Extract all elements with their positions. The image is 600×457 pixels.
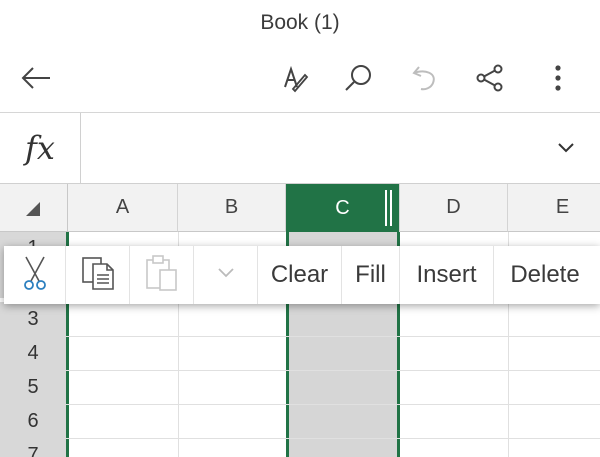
context-menu: Clear Fill Insert Delete — [4, 246, 600, 304]
spreadsheet-grid[interactable]: A B C D E 1 2 3 4 5 6 7 — [0, 184, 600, 457]
app-toolbar — [0, 46, 600, 113]
column-header-b[interactable]: B — [178, 184, 286, 232]
column-header-e[interactable]: E — [508, 184, 600, 232]
row-header-7[interactable]: 7 — [0, 438, 66, 457]
row-header-4[interactable]: 4 — [0, 336, 66, 370]
paste-icon — [144, 254, 180, 297]
column-header-c[interactable]: C — [286, 184, 400, 232]
draw-pen-icon[interactable] — [276, 60, 312, 96]
copy-button[interactable] — [66, 246, 130, 304]
column-resize-handle[interactable] — [385, 190, 393, 226]
fill-label: Fill — [355, 261, 386, 288]
insert-button[interactable]: Insert — [400, 246, 494, 304]
cut-button[interactable] — [4, 246, 66, 304]
back-arrow-icon[interactable] — [18, 60, 54, 96]
copy-icon — [79, 255, 117, 296]
document-title: Book (1) — [260, 11, 340, 34]
delete-label: Delete — [510, 261, 580, 288]
gridline — [66, 336, 600, 337]
row-header-5[interactable]: 5 — [0, 370, 66, 404]
share-icon[interactable] — [472, 60, 508, 96]
delete-button[interactable]: Delete — [494, 246, 596, 304]
row-header-6[interactable]: 6 — [0, 404, 66, 438]
search-icon[interactable] — [340, 60, 376, 96]
formula-input[interactable] — [82, 113, 542, 183]
gridline — [66, 438, 600, 439]
gridline — [66, 404, 600, 405]
fx-label[interactable]: fx — [0, 113, 81, 183]
paste-button[interactable] — [130, 246, 194, 304]
chevron-down-icon[interactable] — [548, 130, 584, 166]
row-header-3[interactable]: 3 — [0, 302, 66, 336]
column-header-c-label: C — [335, 196, 350, 219]
clear-button[interactable]: Clear — [258, 246, 342, 304]
formula-bar: fx — [0, 113, 600, 184]
undo-icon[interactable] — [408, 60, 444, 96]
scissors-icon — [22, 255, 48, 296]
gridline — [66, 370, 600, 371]
clear-label: Clear — [270, 261, 329, 288]
column-header-d[interactable]: D — [400, 184, 508, 232]
column-header-a[interactable]: A — [68, 184, 178, 232]
fill-button[interactable]: Fill — [342, 246, 400, 304]
paste-options-button[interactable] — [194, 246, 258, 304]
insert-label: Insert — [416, 261, 477, 288]
chevron-down-icon — [217, 266, 235, 284]
more-vertical-icon[interactable] — [540, 60, 576, 96]
select-all-corner[interactable] — [0, 184, 68, 232]
